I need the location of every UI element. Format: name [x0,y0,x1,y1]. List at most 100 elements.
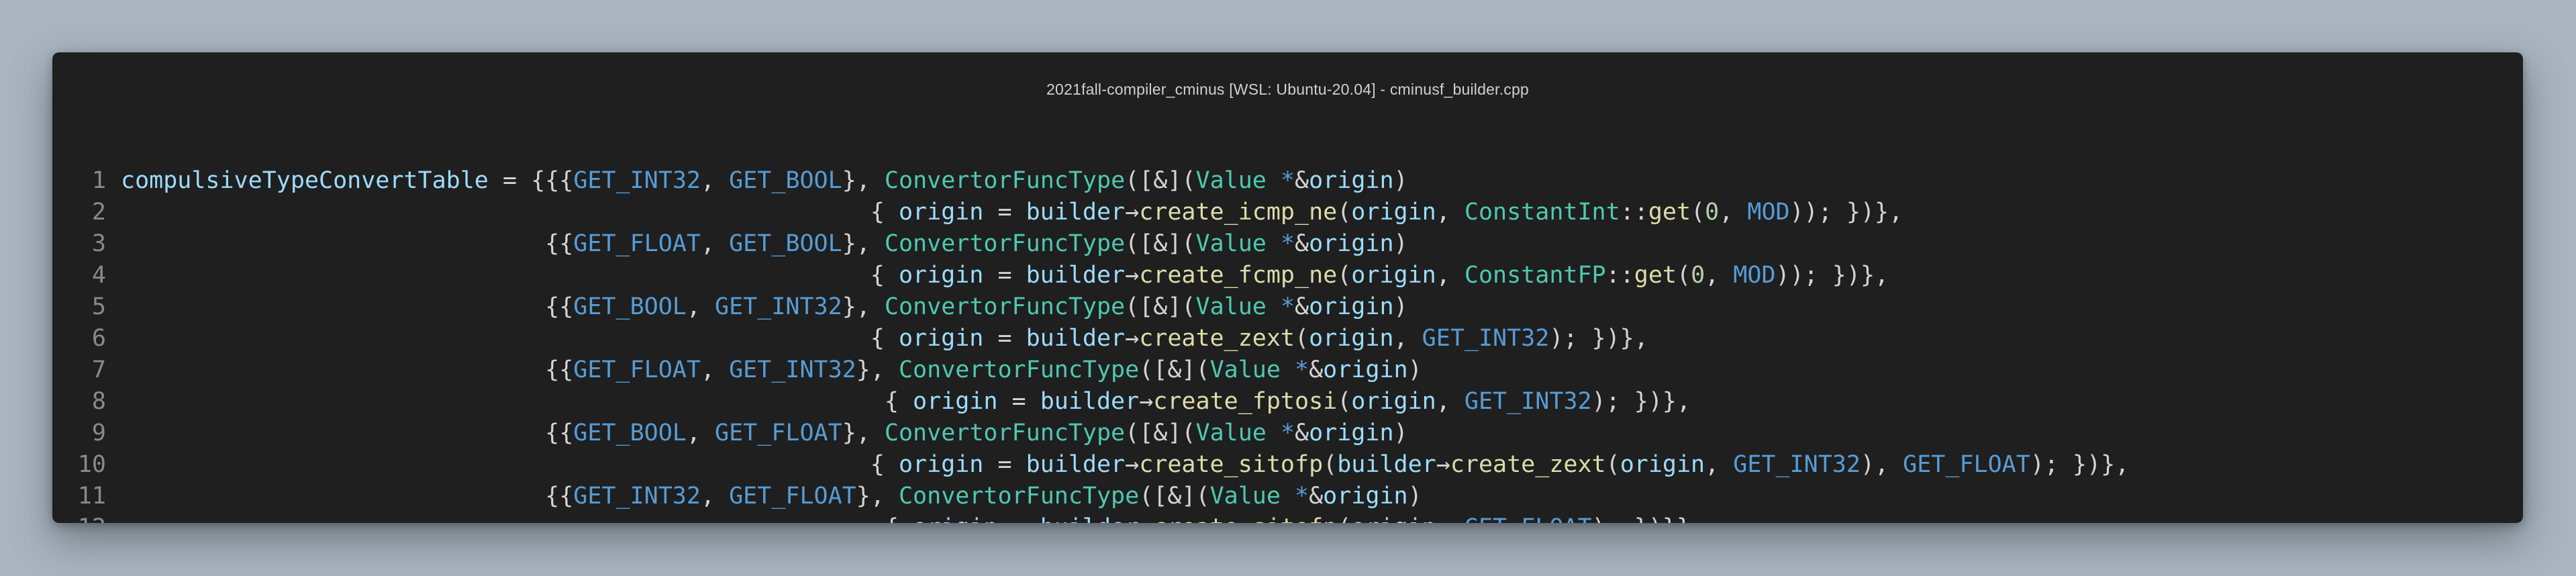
code-token: )); })}, [1789,199,1903,226]
code-token: ( [1337,199,1352,226]
code-token: → [1139,514,1153,523]
code-token: GET_INT32 [573,483,701,510]
code-token: create_sitofp [1139,451,1324,478]
editor-window: 2021fall-compiler_cminus [WSL: Ubuntu-20… [52,52,2523,523]
code-token: & [1295,293,1309,320]
code-token: = {{{ [488,167,574,194]
code-token: = [983,199,1026,226]
code-token: & [1309,356,1324,383]
code-token: GET_BOOL [573,420,687,446]
code-token: ) [1393,230,1408,257]
code-line[interactable]: 11 {{GET_INT32, GET_FLOAT}, ConvertorFun… [52,481,2523,512]
code-token: {{ [121,293,574,320]
code-token: ) [1393,420,1408,446]
code-token: ConvertorFuncType [884,420,1126,446]
code-token: GET_FLOAT [1465,514,1592,523]
code-token: MOD [1733,262,1776,289]
line-number: 10 [77,451,106,478]
code-token: ( [1605,451,1620,478]
code-token: Value [1195,230,1267,257]
code-token: ); })}, [1591,388,1691,415]
code-token: GET_INT32 [1422,325,1550,352]
line-number: 12 [52,512,106,523]
code-token: ([&]( [1139,483,1210,510]
code-token: create_fcmp_ne [1139,262,1338,289]
code-token: = [983,262,1026,289]
code-token: ) [1407,483,1422,510]
code-line[interactable]: 9 {{GET_BOOL, GET_FLOAT}, ConvertorFuncT… [52,418,2523,449]
code-token: origin [1309,293,1394,320]
code-line[interactable]: 8 { origin = builder→create_fptosi(origi… [52,386,2523,418]
code-token: { [121,199,899,226]
code-token: ), [1860,451,1903,478]
code-token: * [1295,356,1309,383]
code-line[interactable]: 6 { origin = builder→create_zext(origin,… [52,323,2523,354]
code-token: GET_INT32 [1464,388,1592,415]
code-token: & [1295,420,1309,446]
line-number: 8 [91,388,106,415]
code-token: }, [856,483,899,510]
code-text: { origin = builder→create_sitofp(builder… [121,449,2130,481]
code-token: { [121,514,913,523]
code-token: origin [1323,483,1408,510]
code-token: :: [1620,199,1648,226]
code-token: ); })}, [2030,451,2130,478]
code-token: GET_FLOAT [573,230,701,257]
code-token: { [121,262,899,289]
code-token: builder [1026,199,1126,226]
code-line[interactable]: 2 { origin = builder→create_icmp_ne(orig… [52,197,2523,228]
code-token: , [1436,262,1465,289]
line-number: 1 [91,167,106,194]
code-line[interactable]: 1 compulsiveTypeConvertTable = {{{GET_INT… [52,165,2523,197]
code-token: , [1719,199,1748,226]
code-token: = [983,451,1026,478]
code-token: GET_FLOAT [715,420,842,446]
code-text: { origin = builder→create_sitofp(origin,… [121,512,1705,523]
code-token: origin [1309,167,1394,194]
code-token: { [121,325,899,352]
code-line[interactable]: 7 {{GET_FLOAT, GET_INT32}, ConvertorFunc… [52,354,2523,386]
code-token: origin [1351,262,1436,289]
code-token: get [1648,199,1691,226]
code-token: → [1125,199,1140,226]
code-token: ( [1337,262,1352,289]
code-token: GET_BOOL [729,230,842,257]
code-token: builder [1026,262,1126,289]
code-token: compulsiveTypeConvertTable [121,167,489,194]
code-token: origin [1309,420,1394,446]
code-text: {{GET_FLOAT, GET_INT32}, ConvertorFuncTy… [121,354,1422,386]
title-bar: 2021fall-compiler_cminus [WSL: Ubuntu-20… [52,52,2523,126]
code-token: GET_BOOL [573,293,687,320]
code-token: ( [1337,514,1351,523]
code-token: ( [1323,451,1338,478]
code-token: , [700,356,730,383]
code-token: origin [1309,230,1394,257]
code-token: }, [842,420,885,446]
code-token: , [1705,451,1734,478]
code-line[interactable]: 5 {{GET_BOOL, GET_INT32}, ConvertorFuncT… [52,291,2523,323]
code-token: → [1125,262,1140,289]
code-token: MOD [1747,199,1790,226]
code-token: create_icmp_ne [1139,199,1338,226]
code-line[interactable]: 3 {{GET_FLOAT, GET_BOOL}, ConvertorFuncT… [52,228,2523,260]
line-number: 11 [77,483,106,510]
window-title: 2021fall-compiler_cminus [WSL: Ubuntu-20… [1046,80,1529,98]
code-line[interactable]: 12 { origin = builder→create_sitofp(orig… [52,512,2523,523]
code-token: GET_INT32 [715,293,842,320]
code-token: ); })}, [1549,325,1648,352]
code-token: origin [913,388,998,415]
code-line[interactable]: 4 { origin = builder→create_fcmp_ne(orig… [52,260,2523,291]
code-token: , [1436,199,1465,226]
line-number: 2 [91,199,106,226]
code-token: ([&]( [1125,293,1196,320]
code-token: ( [1691,199,1705,226]
code-token: }, [856,356,899,383]
code-token: , [700,230,730,257]
code-token: Value [1195,167,1267,194]
code-line[interactable]: 10 { origin = builder→create_sitofp(buil… [52,449,2523,481]
code-token: }, [842,230,885,257]
code-editor[interactable]: 1 compulsiveTypeConvertTable = {{{GET_INT… [52,165,2523,523]
code-token: ConstantInt [1464,199,1620,226]
